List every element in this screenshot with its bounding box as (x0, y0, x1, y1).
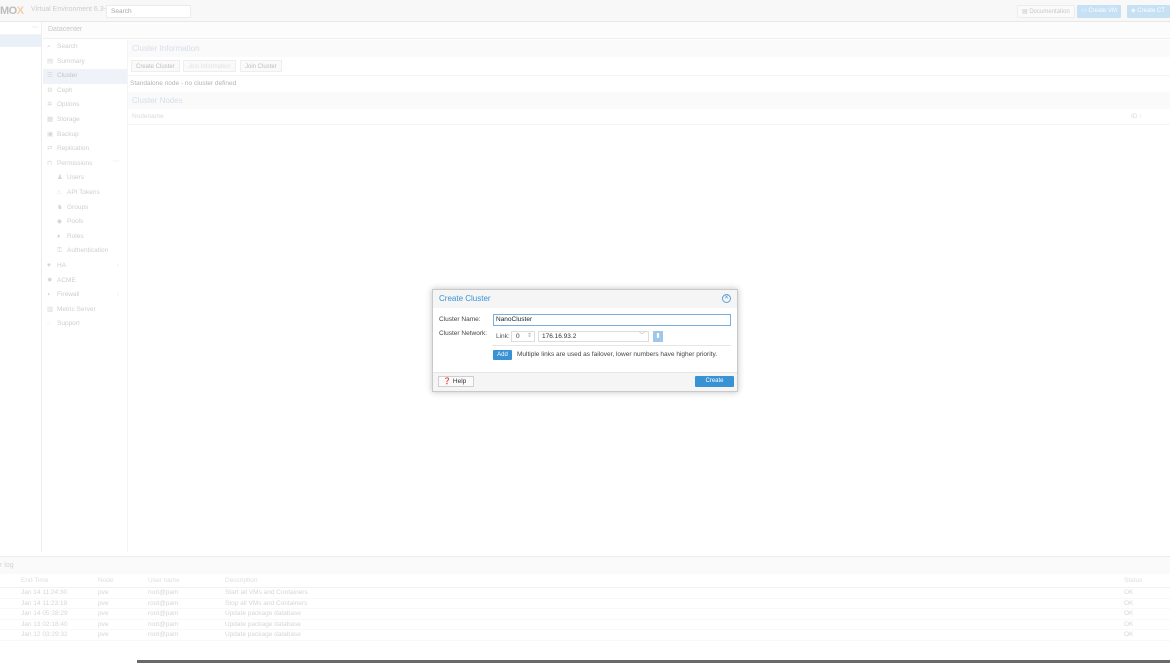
add-link-button[interactable]: Add (493, 350, 512, 360)
cluster-name-input[interactable]: NanoCluster (493, 314, 731, 326)
help-button[interactable]: ❓ Help (438, 376, 474, 387)
link-label: Link: (496, 333, 510, 340)
chevron-down-icon: ﹀ (638, 333, 645, 339)
dialog-title: Create Cluster (439, 294, 491, 303)
create-button[interactable]: Create (695, 376, 734, 387)
link-number-stepper[interactable]: 0 ⇕ (511, 331, 535, 342)
close-icon[interactable]: ✕ (722, 294, 731, 303)
trash-icon[interactable]: ▮ (653, 331, 663, 342)
link-address-select[interactable]: 176.16.93.2 ﹀ (538, 331, 649, 342)
cluster-name-label: Cluster Name: (439, 316, 481, 323)
dialog-footer (433, 372, 737, 391)
dialog-title-bar: Create Cluster ✕ (433, 290, 737, 308)
spinner-icon[interactable]: ⇕ (527, 332, 532, 341)
cluster-network-label: Cluster Network: (439, 330, 488, 337)
failover-hint: Multiple links are used as failover, low… (517, 351, 718, 358)
question-icon: ❓ (443, 378, 453, 385)
